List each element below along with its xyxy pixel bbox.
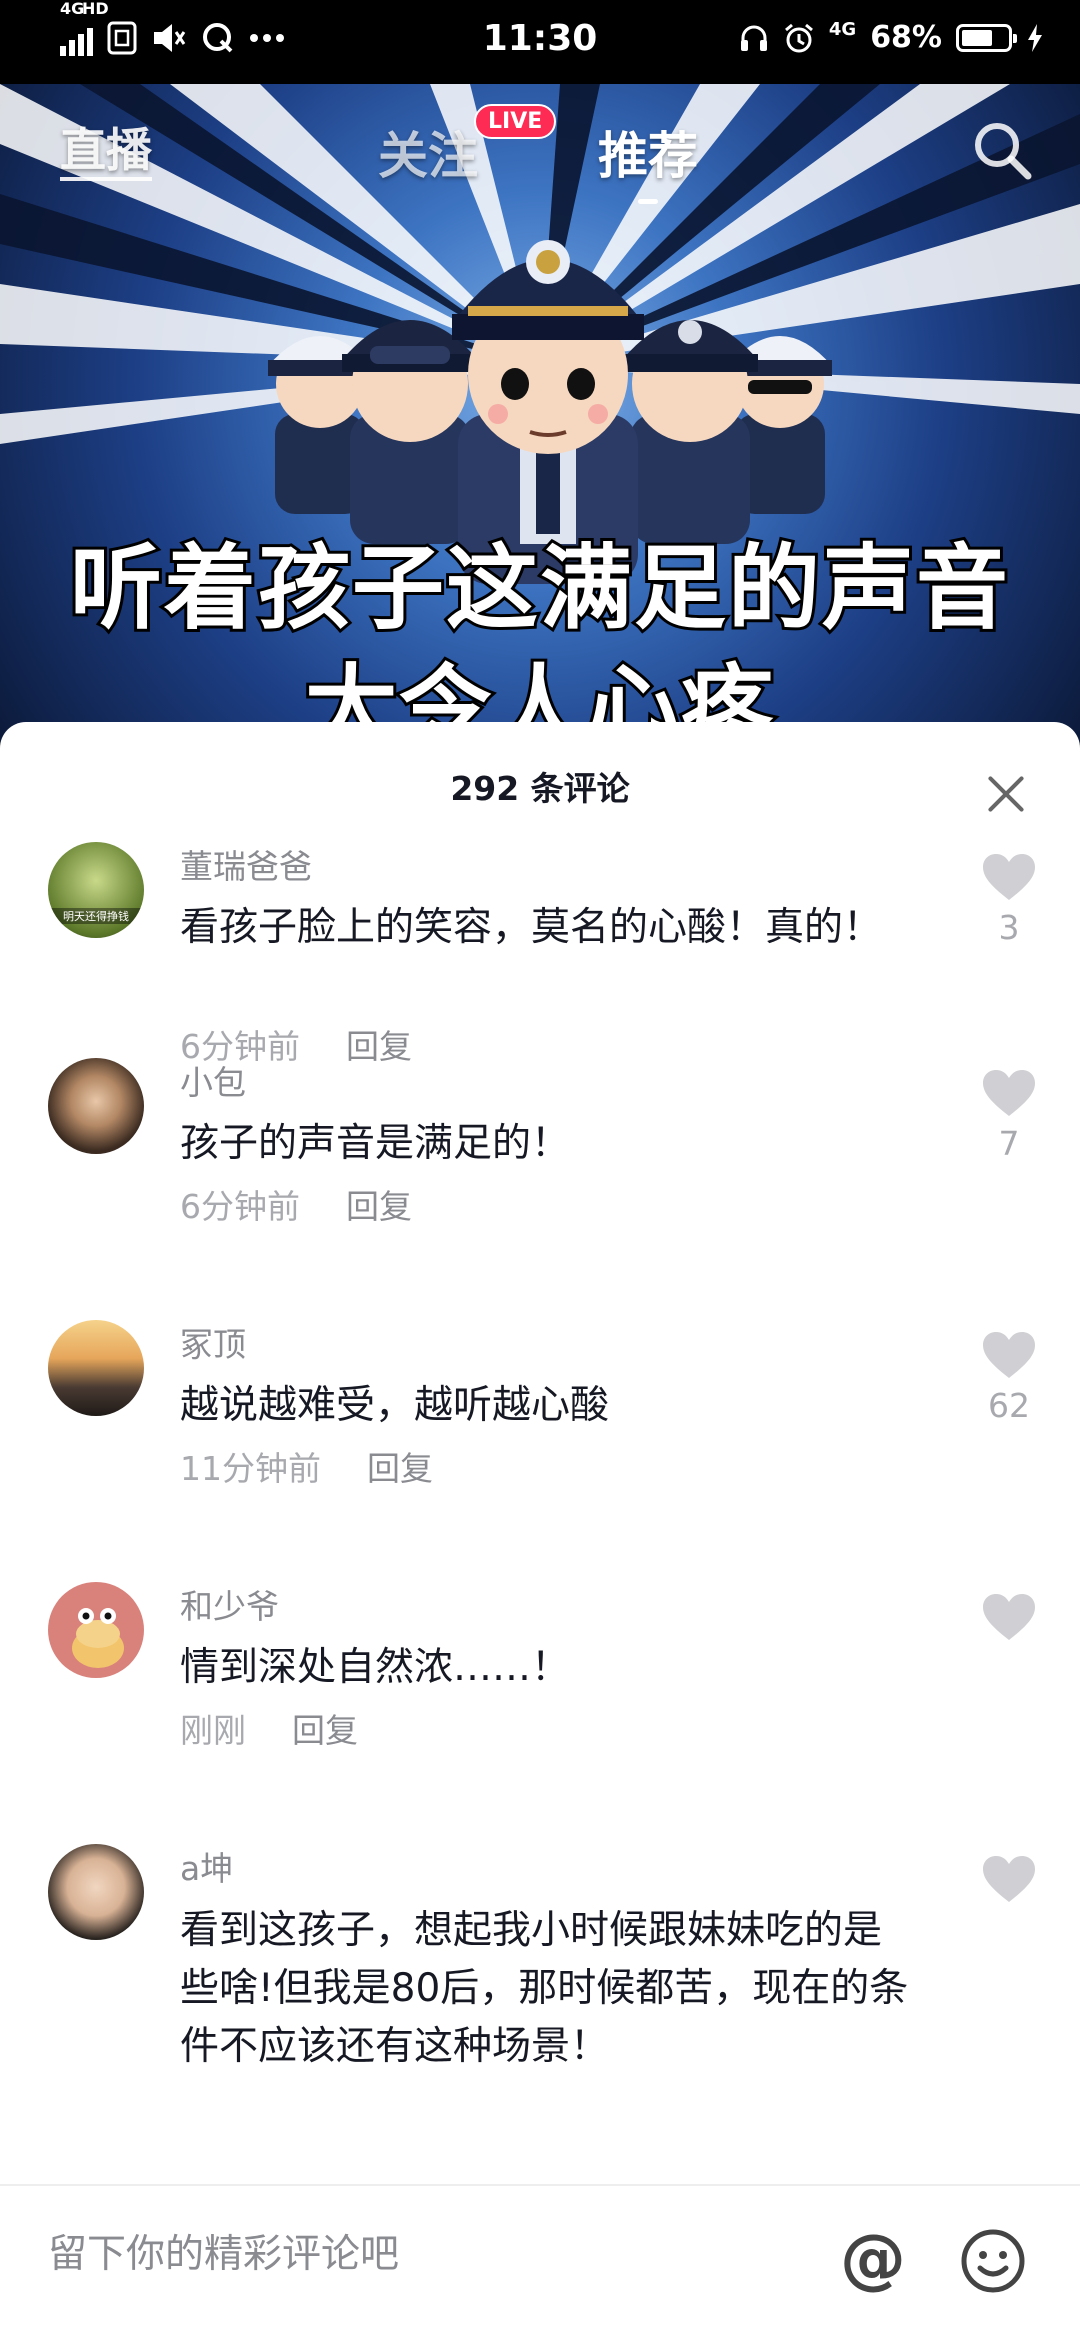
like-button[interactable]: 7: [964, 1068, 1054, 1163]
like-count: 62: [988, 1386, 1030, 1425]
like-button[interactable]: [964, 1854, 1054, 1910]
comment-text: 情到深处自然浓……！: [180, 1645, 571, 1690]
avatar-cartoon: [72, 1608, 124, 1668]
headphones-icon: [740, 25, 767, 51]
battery-icon: [956, 23, 1017, 52]
heart-icon: [983, 1070, 1035, 1116]
close-icon[interactable]: [986, 774, 1026, 814]
avatar[interactable]: 明天还得挣钱: [48, 842, 144, 938]
comment-username[interactable]: 董瑞爸爸: [180, 840, 312, 888]
comment-time: 11分钟前: [180, 1449, 321, 1488]
mention-at-button[interactable]: @: [840, 2220, 906, 2297]
status-bar: 4G HD 11:30 4G 68%: [0, 0, 1080, 84]
avatar[interactable]: [48, 1844, 144, 1940]
comment-text: 越说越难受，越听越心酸: [180, 1383, 610, 1428]
heart-icon: [983, 1856, 1035, 1902]
comment-time: 6分钟前: [180, 1187, 300, 1226]
live-entry-button[interactable]: 直播: [60, 114, 152, 181]
avatar[interactable]: [48, 1582, 144, 1678]
comment-meta: 6分钟前 回复: [180, 1180, 412, 1228]
avatar[interactable]: [48, 1320, 144, 1416]
comment-text: 看孩子脸上的笑容，莫名的心酸！真的！: [180, 905, 883, 950]
like-button[interactable]: 62: [964, 1330, 1054, 1425]
comment-meta: 刚刚 回复: [180, 1704, 358, 1752]
video-caption-line1: 听着孩子这满足的声音: [67, 532, 1011, 645]
like-count: 7: [998, 1124, 1020, 1163]
heart-icon: [983, 1332, 1035, 1378]
comment-text: 孩子的声音是满足的！: [180, 1121, 571, 1166]
search-icon[interactable]: [970, 118, 1034, 182]
heart-icon: [983, 854, 1035, 900]
reply-button[interactable]: 回复: [346, 1027, 412, 1066]
live-entry-label: 直播: [60, 123, 152, 181]
heart-icon: [983, 1594, 1035, 1640]
comment-meta: 11分钟前 回复: [180, 1442, 433, 1490]
comment-text: 看到这孩子，想起我小时候跟妹妹吃的是些啥!但我是80后，那时候都苦，现在的条件不…: [180, 1908, 909, 2069]
emoji-icon[interactable]: [960, 2228, 1026, 2294]
live-badge: LIVE: [474, 104, 557, 139]
avatar[interactable]: [48, 1058, 144, 1154]
top-navigation: 直播 关注 LIVE 推荐: [0, 84, 1080, 214]
comment-username[interactable]: 冢顶: [180, 1318, 246, 1366]
tab-recommend[interactable]: 推荐: [598, 116, 698, 204]
comment-username[interactable]: 小包: [180, 1056, 246, 1104]
reply-button[interactable]: 回复: [367, 1449, 433, 1488]
battery-percent: 68%: [870, 20, 942, 55]
comment-username[interactable]: a坤: [180, 1842, 233, 1890]
avatar-text: 明天还得挣钱: [48, 908, 144, 924]
comment-input[interactable]: [48, 2232, 808, 2277]
comment-username[interactable]: 和少爷: [180, 1580, 279, 1628]
network-tag: 4G: [60, 0, 85, 18]
comments-panel: 292 条评论 明天还得挣钱 董瑞爸爸 看孩子脸上的笑容，莫名的心酸！真的！ 6…: [0, 722, 1080, 2340]
hd-tag: HD: [82, 0, 109, 18]
reply-button[interactable]: 回复: [346, 1187, 412, 1226]
tab-follow[interactable]: 关注: [378, 116, 478, 188]
reply-button[interactable]: 回复: [292, 1711, 358, 1750]
comment-input-bar: @: [0, 2184, 1080, 2340]
comments-count-title: 292 条评论: [450, 769, 630, 808]
network-type: 4G: [828, 19, 857, 40]
alarm-icon: [784, 23, 813, 52]
charging-icon: [1028, 23, 1042, 52]
comment-time: 刚刚: [180, 1711, 246, 1750]
like-count: 3: [998, 908, 1020, 947]
like-button[interactable]: 3: [964, 852, 1054, 947]
like-button[interactable]: [964, 1592, 1054, 1648]
